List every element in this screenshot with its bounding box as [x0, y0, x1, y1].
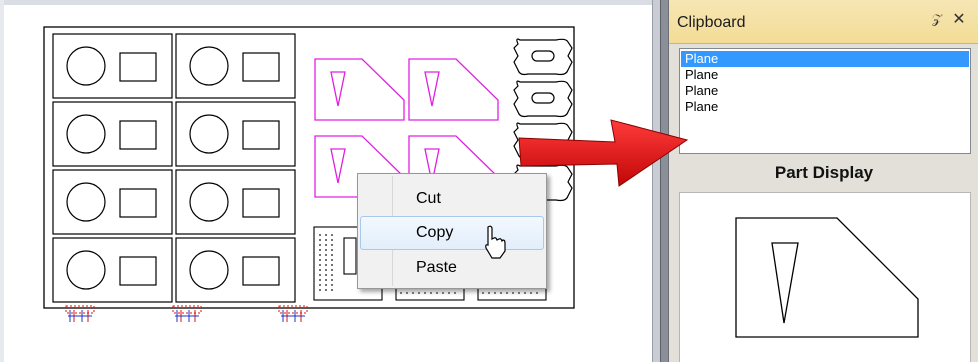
panel-header: Clipboard 𝒵 ✕ — [669, 0, 978, 44]
part-display-preview — [679, 192, 971, 362]
menu-item-copy[interactable]: Copy — [360, 216, 544, 250]
clipboard-list-item[interactable]: Plane — [681, 83, 969, 99]
part-preview-drawing — [735, 217, 919, 338]
mouse-cursor-icon — [485, 225, 506, 259]
clipboard-list[interactable]: Plane Plane Plane Plane — [679, 48, 971, 154]
plane-part — [314, 58, 405, 121]
clipboard-panel: Clipboard 𝒵 ✕ Plane Plane Plane Plane Part … — [668, 0, 978, 362]
plate-part — [175, 169, 296, 235]
plane-part — [408, 58, 499, 121]
plate-part — [175, 33, 296, 99]
plate-part — [52, 101, 173, 167]
part-display-title: Part Display — [774, 163, 874, 182]
plane-part-hole — [771, 242, 799, 324]
plate-part — [175, 101, 296, 167]
bracket-part — [513, 38, 573, 76]
plate-part — [52, 237, 173, 303]
clipboard-list-item[interactable]: Plane — [681, 51, 969, 67]
menu-item-cut[interactable]: Cut — [360, 182, 544, 216]
close-icon[interactable]: ✕ — [950, 9, 968, 29]
plate-part — [175, 237, 296, 303]
plane-part-preview — [735, 217, 919, 338]
clipboard-list-item[interactable]: Plane — [681, 99, 969, 115]
part-grid — [52, 33, 296, 303]
pin-icon[interactable]: 𝒵 — [929, 11, 945, 29]
plate-part — [52, 169, 173, 235]
context-menu: Cut Copy Paste — [357, 173, 547, 289]
menu-item-paste[interactable]: Paste — [360, 251, 544, 285]
clipboard-list-item[interactable]: Plane — [681, 67, 969, 83]
panel-title: Clipboard — [677, 14, 746, 31]
plate-part — [52, 33, 173, 99]
